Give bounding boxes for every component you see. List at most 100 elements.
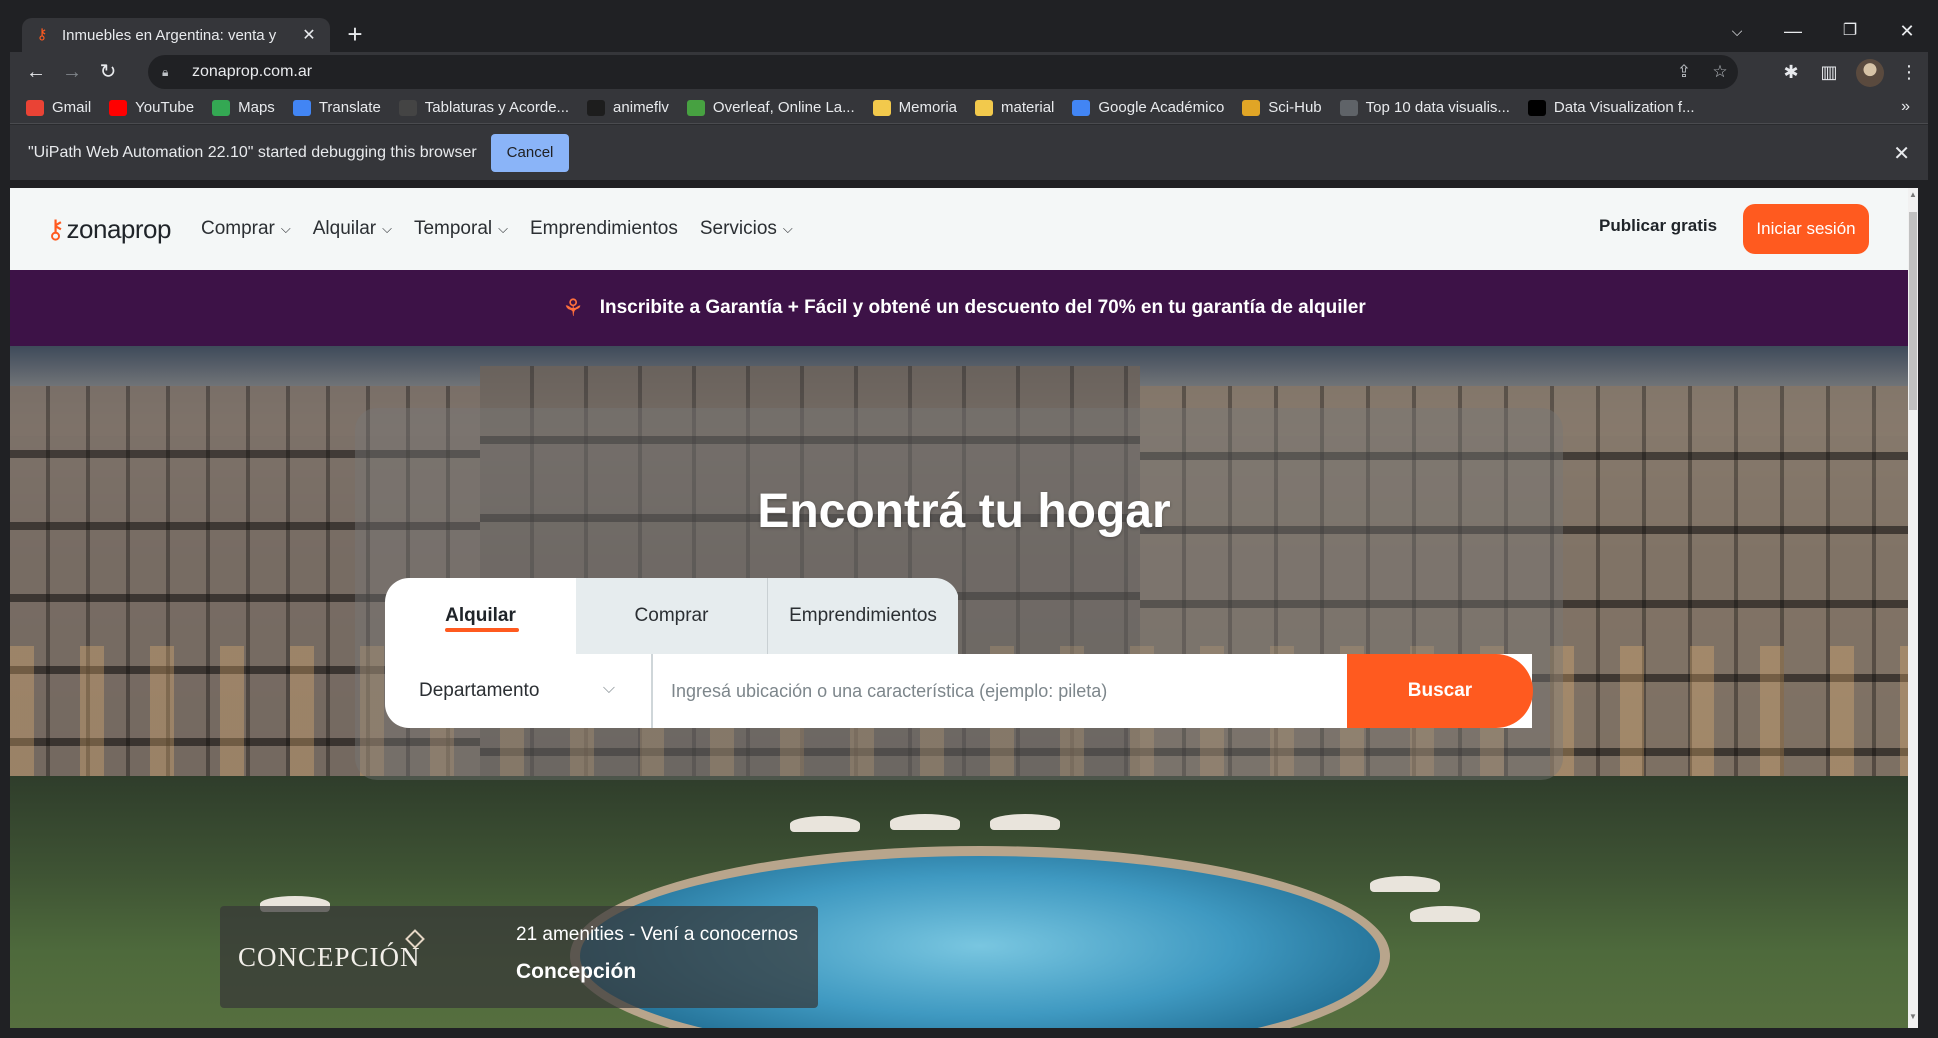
umbrella [890, 814, 960, 830]
tab-title: Inmuebles en Argentina: venta y [62, 26, 277, 44]
bookmark-label: Gmail [52, 99, 92, 116]
more-bookmarks-icon[interactable]: » [1901, 98, 1910, 116]
development-card[interactable]: CONCEPCIÓN 21 amenities - Vení a conocer… [220, 906, 818, 1008]
tab-search-icon[interactable]: ⌵ [1717, 18, 1757, 44]
bookmark-label: material [1001, 99, 1055, 116]
chevron-down-icon: ⌵ [498, 221, 508, 236]
tab-alquilar[interactable]: Alquilar [385, 578, 576, 654]
scihub-icon [1242, 99, 1261, 116]
nav-label: Emprendimientos [529, 218, 678, 239]
zonaprop-logo[interactable]: ⚷ zonaprop [46, 214, 171, 245]
umbrella [1410, 906, 1480, 922]
bookmark-item[interactable]: Maps [212, 99, 275, 116]
bookmark-item[interactable]: Translate [292, 99, 381, 116]
scroll-down-icon[interactable]: ▼ [1908, 1012, 1918, 1026]
bookmark-star-icon[interactable]: ☆ [1702, 62, 1738, 82]
umbrella [990, 814, 1060, 830]
bookmark-item[interactable]: Tablaturas y Acorde... [398, 99, 570, 116]
folder-icon [975, 99, 994, 116]
nav-label: Temporal [413, 218, 493, 239]
bookmark-item[interactable]: Overleaf, Online La... [686, 99, 855, 116]
property-type-value: Departamento [419, 680, 540, 701]
debug-infobar: "UiPath Web Automation 22.10" started de… [10, 124, 1928, 180]
browser-toolbar: ← → ↻ 🔒︎ zonaprop.com.ar ⇪ ☆ ✱ ▥ ⋮ [10, 52, 1928, 92]
bookmark-item[interactable]: animeflv [587, 99, 669, 116]
gmail-icon [26, 99, 44, 116]
tab-comprar[interactable]: Comprar [576, 578, 767, 654]
login-button[interactable]: Iniciar sesión [1743, 204, 1869, 254]
close-tab-icon[interactable]: ✕ [300, 25, 318, 45]
tab-label: Alquilar [445, 605, 516, 626]
bookmark-item[interactable]: YouTube [109, 99, 194, 116]
close-window-icon[interactable]: ✕ [1887, 18, 1927, 44]
close-infobar-icon[interactable]: ✕ [1893, 141, 1910, 166]
bookmark-label: Maps [238, 99, 275, 116]
scrollbar-thumb[interactable] [1909, 212, 1917, 410]
nav-label: Comprar [200, 218, 275, 239]
chevron-down-icon: ⌵ [382, 221, 392, 236]
maps-icon [212, 99, 231, 116]
bookmark-item[interactable]: Sci-Hub [1242, 99, 1322, 116]
tab-label: Comprar [634, 605, 709, 626]
chevron-down-icon: ⌵ [280, 221, 291, 236]
umbrella [790, 816, 860, 832]
bookmark-label: Memoria [898, 99, 958, 116]
promo-text: Inscribite a Garantía + Fácil y obtené u… [599, 297, 1366, 318]
development-subtitle: 21 amenities - Vení a conocernos [516, 924, 799, 945]
hero-title: Encontrá tu hogar [757, 485, 1171, 538]
minimize-icon[interactable]: — [1773, 18, 1813, 44]
guitar-icon [398, 99, 417, 116]
url-text: zonaprop.com.ar [192, 63, 313, 80]
key-icon: ⚷ [36, 26, 48, 43]
page-scrollbar[interactable]: ▲ ▼ [1908, 188, 1918, 1028]
bookmark-item[interactable]: Memoria [872, 99, 958, 116]
restore-icon[interactable]: ❐ [1830, 18, 1870, 44]
bookmark-label: animeflv [613, 99, 669, 116]
forward-icon[interactable]: → [54, 56, 90, 88]
bookmarks-bar: Gmail YouTube Maps Translate Tablaturas y Ac… [10, 92, 1928, 124]
chevron-down-icon: ⌵ [782, 221, 793, 236]
logo-text: zonaprop [66, 213, 172, 244]
nav-label: Alquilar [312, 218, 377, 239]
cancel-debug-button[interactable]: Cancel [490, 133, 570, 172]
bookmark-item[interactable]: Top 10 data visualis... [1339, 99, 1510, 116]
bookmark-label: Sci-Hub [1268, 99, 1322, 116]
reload-icon[interactable]: ↻ [90, 56, 126, 88]
infobar-message: "UiPath Web Automation 22.10" started de… [28, 143, 477, 161]
nav-item-emprendimientos[interactable]: Emprendimientos [530, 218, 678, 240]
address-bar[interactable]: 🔒︎ zonaprop.com.ar ⇪ ☆ [148, 55, 1738, 89]
notion-icon [1527, 99, 1546, 116]
development-name: Concepción [516, 960, 637, 983]
nav-item-comprar[interactable]: Comprar ⌵ [201, 218, 291, 240]
bookmark-label: Tablaturas y Acorde... [424, 99, 570, 116]
back-icon[interactable]: ← [18, 56, 54, 88]
side-panel-icon[interactable]: ▥ [1811, 56, 1847, 88]
bookmark-item[interactable]: Google Académico [1072, 99, 1224, 116]
profile-avatar[interactable] [1856, 59, 1884, 87]
nav-item-alquilar[interactable]: Alquilar ⌵ [313, 218, 392, 240]
logo-key-icon: ⚷ [46, 213, 65, 244]
publish-free-link[interactable]: Publicar gratis [1599, 216, 1717, 236]
search-tabs: Alquilar Comprar Emprendimientos [385, 578, 959, 654]
nav-item-servicios[interactable]: Servicios ⌵ [700, 218, 793, 240]
property-type-select[interactable]: Departamento ⌵ [385, 654, 653, 728]
nav-item-temporal[interactable]: Temporal ⌵ [414, 218, 508, 240]
main-nav: Comprar ⌵ Alquilar ⌵ Temporal ⌵ Emprendimiento… [201, 218, 815, 240]
search-button[interactable]: Buscar [1347, 654, 1533, 728]
youtube-icon [109, 99, 128, 116]
new-tab-button[interactable]: + [340, 20, 370, 50]
share-icon[interactable]: ⇪ [1666, 62, 1702, 82]
menu-kebab-icon[interactable]: ⋮ [1891, 56, 1927, 88]
scroll-up-icon[interactable]: ▲ [1908, 190, 1918, 204]
browser-tab[interactable]: ⚷ Inmuebles en Argentina: venta y ✕ [22, 18, 330, 52]
bookmark-label: Translate [318, 99, 381, 116]
tab-emprendimientos[interactable]: Emprendimientos [767, 578, 958, 654]
bookmark-item[interactable]: material [975, 99, 1054, 116]
bookmark-item[interactable]: Gmail [26, 99, 91, 116]
extensions-icon[interactable]: ✱ [1773, 56, 1809, 88]
tab-label: Emprendimientos [789, 605, 937, 626]
promo-banner[interactable]: ⚘ Inscribite a Garantía + Fácil y obtené… [10, 270, 1918, 346]
bookmark-label: Google Académico [1098, 99, 1225, 116]
animeflv-icon [587, 99, 606, 116]
bookmark-item[interactable]: Data Visualization f... [1527, 99, 1695, 116]
